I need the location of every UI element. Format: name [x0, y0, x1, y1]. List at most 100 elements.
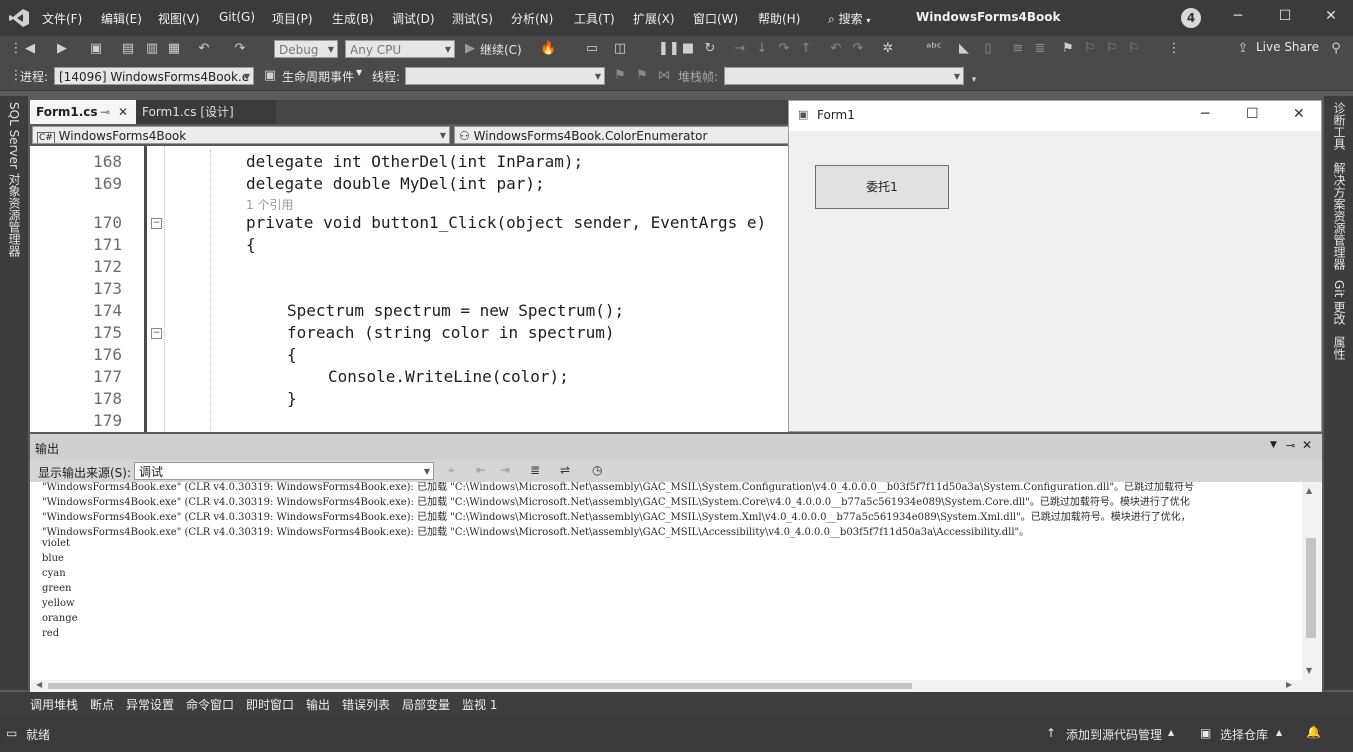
tab-call-stack[interactable]: 调用堆栈	[30, 696, 78, 713]
delegate1-button[interactable]: 委托1	[815, 165, 949, 209]
process-select[interactable]: [14096] WindowsForms4Book.e ▼	[54, 67, 254, 85]
save-icon[interactable]: ▥	[144, 41, 160, 57]
toolbar-overflow-icon[interactable]: ⋮	[1166, 41, 1182, 57]
tab-immediate-window[interactable]: 即时窗口	[246, 696, 294, 713]
step-out-icon[interactable]: ↑	[798, 41, 814, 57]
code-lens-references[interactable]: 1 个引用	[246, 196, 293, 213]
tab-command-window[interactable]: 命令窗口	[186, 696, 234, 713]
tab-error-list[interactable]: 错误列表	[342, 696, 390, 713]
find-message-icon[interactable]: ⌖	[448, 463, 455, 478]
maximize-icon[interactable]: ☐	[1273, 8, 1297, 28]
tab-watch-1[interactable]: 监视 1	[462, 696, 497, 713]
close-icon[interactable]: ✕	[1302, 438, 1312, 452]
code-editor[interactable]: − − 1 个引用 168 delegate int OtherDel(int I…	[30, 146, 790, 432]
menu-file[interactable]: 文件(F)	[42, 10, 82, 27]
diagnostic-tools-tab[interactable]: 诊断工具	[1331, 102, 1348, 150]
search-button[interactable]: ⌕ 搜索 ▾	[828, 10, 870, 27]
menu-view[interactable]: 视图(V)	[158, 10, 200, 27]
step-over-icon[interactable]: ↷	[776, 41, 792, 57]
show-next-statement-icon[interactable]: →	[732, 41, 748, 57]
format-icon[interactable]: ◣	[956, 41, 972, 57]
output-source-select[interactable]: 调试 ▼	[134, 462, 434, 480]
menu-project[interactable]: 项目(P)	[272, 10, 313, 27]
scroll-left-icon[interactable]: ◀	[36, 680, 42, 689]
browser-link-icon[interactable]: ▭	[584, 41, 600, 57]
tab-form1-cs[interactable]: Form1.cs ⊸ ✕	[30, 100, 136, 124]
menu-tools[interactable]: 工具(T)	[574, 10, 615, 27]
collapse-icon[interactable]: −	[151, 218, 162, 229]
save-all-icon[interactable]: ▦	[166, 41, 182, 57]
tab-output[interactable]: 输出	[306, 696, 330, 713]
menu-extensions[interactable]: 扩展(X)	[633, 10, 675, 27]
undo-history-icon[interactable]: ↶	[828, 41, 844, 57]
restart-icon[interactable]: ↻	[702, 41, 718, 57]
tab-form1-designer[interactable]: Form1.cs [设计]	[136, 100, 276, 124]
bookmark-icon[interactable]: ⚑	[1060, 41, 1076, 57]
hot-reload-icon[interactable]: 🔥	[540, 41, 556, 57]
open-folder-icon[interactable]: ▤	[120, 41, 136, 57]
git-changes-tab[interactable]: Git 更改	[1331, 280, 1348, 325]
output-vertical-scrollbar[interactable]: ▲ ▼	[1302, 482, 1320, 682]
close-icon[interactable]: ✕	[118, 100, 128, 124]
collapse-icon[interactable]: −	[151, 328, 162, 339]
feedback-icon[interactable]: ⚲	[1328, 41, 1344, 57]
output-text[interactable]: "WindowsForms4Book.exe" (CLR v4.0.30319:…	[30, 482, 1302, 682]
flag-threads-icon[interactable]: ⚑	[634, 68, 650, 84]
project-select[interactable]: C# WindowsForms4Book ▼	[32, 126, 450, 144]
next-message-icon[interactable]: ⇥	[500, 463, 510, 477]
menu-build[interactable]: 生成(B)	[332, 10, 374, 27]
menu-analyze[interactable]: 分析(N)	[511, 10, 553, 27]
continue-button[interactable]: 继续(C)	[480, 41, 522, 58]
tab-exception-settings[interactable]: 异常设置	[126, 696, 174, 713]
timestamp-icon[interactable]: ◷	[592, 463, 602, 477]
show-threads-icon[interactable]: ⋈	[656, 68, 672, 84]
close-icon[interactable]: ✕	[1319, 8, 1343, 28]
redo-icon[interactable]: ↷	[232, 41, 248, 57]
minimize-icon[interactable]: ─	[1226, 8, 1250, 28]
diagnostic-icon[interactable]: ◫	[612, 41, 628, 57]
indent-icon[interactable]: ≣	[1032, 41, 1048, 57]
forward-icon[interactable]: ▶	[54, 41, 70, 57]
output-horizontal-scrollbar[interactable]: ◀ ▶	[30, 680, 1302, 692]
next-bookmark-icon[interactable]: ⚐	[1104, 41, 1120, 57]
pause-icon[interactable]: ❚❚	[658, 41, 680, 57]
menu-debug[interactable]: 调试(D)	[392, 10, 435, 27]
live-share-button[interactable]: Live Share	[1256, 40, 1319, 54]
clear-all-icon[interactable]: ≣	[530, 463, 540, 477]
menu-git[interactable]: Git(G)	[219, 10, 255, 24]
pin-icon[interactable]: ⊸	[100, 100, 110, 124]
close-icon[interactable]: ✕	[1293, 106, 1305, 122]
minimize-icon[interactable]: ─	[1201, 106, 1209, 122]
prev-bookmark-icon[interactable]: ⚐	[1082, 41, 1098, 57]
maximize-icon[interactable]: ☐	[1246, 106, 1259, 122]
scrollbar-thumb[interactable]	[48, 683, 912, 689]
comment-icon[interactable]: ▯	[980, 41, 996, 57]
add-to-source-control-button[interactable]: 添加到源代码管理	[1066, 726, 1162, 743]
lifecycle-events-button[interactable]: 生命周期事件	[282, 68, 354, 85]
solution-explorer-tab[interactable]: 解决方案资源管理器	[1331, 162, 1348, 270]
step-into-icon[interactable]: ↓	[754, 41, 770, 57]
properties-tab[interactable]: 属性	[1331, 336, 1348, 360]
tab-locals[interactable]: 局部变量	[402, 696, 450, 713]
flag-icon[interactable]: ⚑	[612, 68, 628, 84]
type-select[interactable]: ⚇ WindowsForms4Book.ColorEnumerator	[454, 126, 790, 144]
pin-icon[interactable]: ⊸	[1286, 439, 1295, 452]
scroll-down-icon[interactable]: ▼	[1306, 666, 1312, 675]
new-project-icon[interactable]: ▣	[88, 41, 104, 57]
scrollbar-thumb[interactable]	[1306, 538, 1316, 638]
bug-icon[interactable]: ✲	[880, 41, 896, 57]
platform-select[interactable]: Any CPU ▼	[345, 40, 455, 58]
toolbar-options-icon[interactable]: ▾	[966, 72, 982, 88]
stop-icon[interactable]: ■	[680, 41, 696, 57]
configuration-select[interactable]: Debug ▼	[274, 40, 338, 58]
menu-window[interactable]: 窗口(W)	[693, 10, 738, 27]
back-icon[interactable]: ◀	[22, 41, 38, 57]
word-wrap-icon[interactable]: ⇌	[560, 463, 570, 477]
menu-test[interactable]: 测试(S)	[452, 10, 493, 27]
stack-frame-select[interactable]: ▼	[724, 67, 964, 85]
menu-edit[interactable]: 编辑(E)	[101, 10, 142, 27]
chevron-down-icon[interactable]: ▼	[1270, 440, 1277, 450]
undo-icon[interactable]: ↶	[196, 41, 212, 57]
clear-bookmarks-icon[interactable]: ⚐	[1126, 41, 1142, 57]
sql-server-explorer-tab[interactable]: SQL Server 对象资源管理器	[6, 102, 23, 257]
